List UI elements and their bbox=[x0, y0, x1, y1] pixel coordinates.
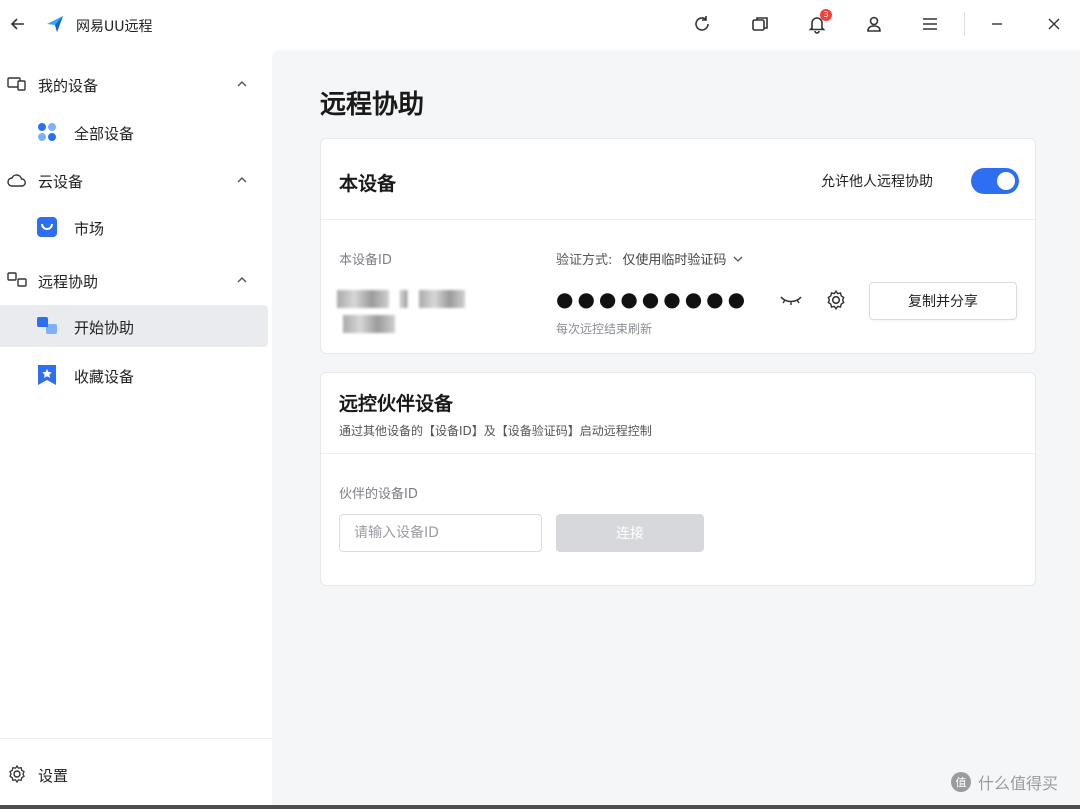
allow-remote-toggle[interactable] bbox=[971, 168, 1019, 194]
cloud-icon bbox=[7, 171, 27, 189]
devices-icon bbox=[7, 75, 27, 93]
copy-and-share-button[interactable]: 复制并分享 bbox=[869, 282, 1017, 320]
sidebar-group-label: 远程协助 bbox=[38, 273, 99, 291]
refresh-icon[interactable] bbox=[690, 12, 714, 36]
minimize-icon[interactable] bbox=[985, 12, 1009, 36]
sidebar-group-my-devices[interactable]: 我的设备 bbox=[0, 64, 272, 104]
partner-device-id-input[interactable] bbox=[339, 514, 542, 552]
sidebar-item-all-devices[interactable]: 全部设备 bbox=[0, 111, 268, 153]
partner-device-id-label: 伙伴的设备ID bbox=[339, 487, 418, 502]
sidebar-item-label: 开始协助 bbox=[74, 319, 135, 337]
gear-icon bbox=[7, 764, 27, 784]
eye-closed-icon[interactable] bbox=[779, 289, 803, 309]
card-divider bbox=[321, 219, 1035, 220]
watermark-text: 什么值得买 bbox=[978, 774, 1059, 793]
chevron-up-icon bbox=[234, 272, 250, 288]
watermark-logo-icon: 值 bbox=[951, 772, 971, 792]
back-arrow-icon[interactable] bbox=[8, 14, 28, 34]
watermark: 值 什么值得买 bbox=[950, 770, 1058, 794]
bookmark-star-icon bbox=[36, 364, 58, 386]
app-logo-icon bbox=[44, 13, 66, 35]
device-id-value-blurred bbox=[337, 287, 509, 333]
sidebar-item-label: 市场 bbox=[74, 220, 105, 238]
device-id-label: 本设备ID bbox=[339, 253, 392, 268]
sidebar-divider bbox=[0, 738, 272, 739]
titlebar-separator bbox=[964, 12, 965, 36]
verify-method: 验证方式: 仅使用临时验证码 bbox=[556, 249, 744, 268]
chevron-up-icon bbox=[234, 172, 250, 188]
window-switch-icon[interactable] bbox=[748, 12, 772, 36]
sidebar-group-cloud-devices[interactable]: 云设备 bbox=[0, 160, 272, 200]
partner-device-subtitle: 通过其他设备的【设备ID】及【设备验证码】启动远程控制 bbox=[339, 424, 652, 438]
partner-device-title: 远控伙伴设备 bbox=[339, 393, 454, 415]
sidebar-group-label: 云设备 bbox=[38, 173, 84, 191]
app-title: 网易UU远程 bbox=[76, 19, 153, 35]
card-divider bbox=[321, 453, 1035, 454]
sidebar-item-favorite-devices[interactable]: 收藏设备 bbox=[0, 354, 268, 396]
connect-button[interactable]: 连接 bbox=[556, 514, 704, 552]
verify-method-label: 验证方式: bbox=[556, 253, 613, 268]
start-assist-icon bbox=[36, 315, 58, 337]
verify-method-dropdown[interactable]: 仅使用临时验证码 bbox=[622, 249, 744, 268]
sidebar-item-market[interactable]: 市场 bbox=[0, 206, 268, 248]
title-bar: 网易UU远程 3 bbox=[0, 0, 1080, 50]
page-title: 远程协助 bbox=[320, 90, 425, 120]
market-bag-icon bbox=[36, 216, 58, 238]
verify-method-value: 仅使用临时验证码 bbox=[622, 253, 727, 268]
sidebar-item-label: 全部设备 bbox=[74, 125, 135, 143]
notification-badge: 3 bbox=[820, 9, 832, 21]
verification-code-masked: ●●●●●●●●● bbox=[556, 287, 750, 311]
menu-icon[interactable] bbox=[918, 12, 942, 36]
sidebar-group-label: 我的设备 bbox=[38, 77, 99, 95]
this-device-title: 本设备 bbox=[339, 173, 397, 195]
chevron-down-icon bbox=[733, 256, 743, 262]
window-bottom-edge bbox=[0, 805, 1080, 809]
svg-text:值: 值 bbox=[956, 776, 967, 789]
settings-label: 设置 bbox=[38, 767, 69, 785]
chevron-up-icon bbox=[234, 76, 250, 92]
partner-device-card: 远控伙伴设备 通过其他设备的【设备ID】及【设备验证码】启动远程控制 伙伴的设备… bbox=[320, 372, 1036, 586]
allow-remote-label: 允许他人远程协助 bbox=[821, 174, 933, 190]
sidebar-item-start-assist[interactable]: 开始协助 bbox=[0, 305, 268, 347]
grid-dots-icon bbox=[36, 121, 58, 143]
this-device-card: 本设备 允许他人远程协助 本设备ID 验证方式: 仅使用临时验证码 ●●●●●●… bbox=[320, 138, 1036, 354]
main-content: 远程协助 本设备 允许他人远程协助 本设备ID 验证方式: 仅使用临时验证码 ●… bbox=[272, 50, 1080, 805]
sidebar: 我的设备 全部设备 云设备 市场 远程协助 开始协助 收藏设备 设置 bbox=[0, 50, 272, 805]
remote-icon bbox=[7, 271, 27, 289]
toggle-knob bbox=[997, 172, 1015, 190]
close-icon[interactable] bbox=[1042, 12, 1066, 36]
notification-bell-button[interactable]: 3 bbox=[805, 9, 832, 36]
sidebar-settings[interactable]: 设置 bbox=[0, 754, 272, 794]
user-icon[interactable] bbox=[862, 12, 886, 36]
sidebar-group-remote-assist[interactable]: 远程协助 bbox=[0, 260, 272, 300]
sidebar-item-label: 收藏设备 bbox=[74, 368, 135, 386]
refresh-hint: 每次远控结束刷新 bbox=[556, 322, 653, 336]
gear-icon[interactable] bbox=[825, 289, 847, 311]
